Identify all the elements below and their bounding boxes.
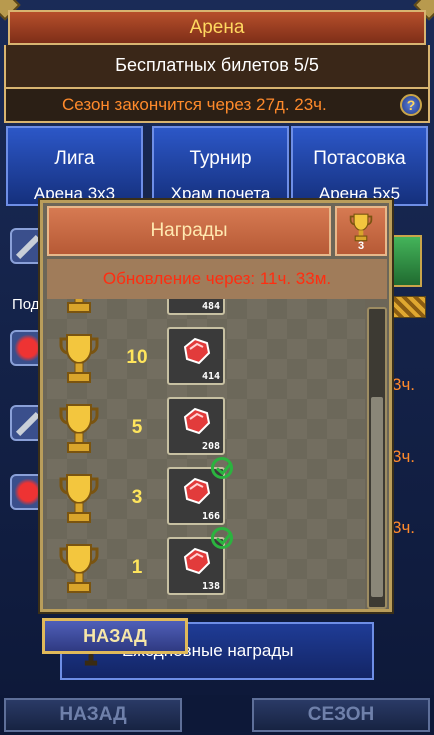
scroll-thumb[interactable] [371,397,383,597]
season-timer: Сезон закончится через 27д. 23ч. ? [4,87,430,123]
scrollbar[interactable] [367,307,387,609]
free-tickets-text: Бесплатных билетов 5/5 [4,45,430,87]
help-icon[interactable]: ? [400,94,422,116]
trophy-icon [59,474,99,523]
gem-count: 414 [201,371,220,382]
ruby-icon [183,337,211,365]
reward-gem-box[interactable]: 414 [167,327,225,385]
ruby-icon [183,407,211,435]
gem-count: 484 [201,301,220,312]
time-left: 3ч. [392,375,416,394]
reward-row: 1 138 [47,527,365,603]
tab-league[interactable]: Лига Арена 3х3 [6,126,143,206]
tab-label: Турнир [189,148,252,169]
rank-value: 3 [131,487,143,508]
reward-row: 5 208 [47,393,365,463]
claimed-check-icon [211,527,233,549]
green-sword-button[interactable] [392,235,422,287]
tab-label: Лига [54,148,95,169]
reward-gem-box[interactable]: 484 [167,299,225,315]
side-label: Под [12,296,40,313]
gem-count: 166 [201,511,220,522]
trophy-icon [59,334,99,383]
trophy-count: 3 [357,240,365,252]
update-timer: Обновление через: 11ч. 33м. [47,259,387,299]
arena-title: Арена [8,10,426,45]
rank-value: 1 [131,557,143,578]
gold-chip-icon [392,296,426,318]
modal-back-button[interactable]: НАЗАД [42,618,188,654]
trophy-icon [59,404,99,453]
trophy-icon [67,299,91,313]
trophy-count-box: 3 [335,206,387,256]
claimed-check-icon [211,457,233,479]
rewards-modal: Награды 3 Обновление через: 11ч. 33м. 48… [40,200,392,612]
modal-title: Награды [47,206,331,256]
rank-value: 5 [131,417,143,438]
time-left: 3ч. [392,447,416,466]
trophy-icon [59,544,99,593]
reward-row: 10 414 [47,323,365,393]
season-timer-text: Сезон закончится через 27д. 23ч. [62,95,327,114]
season-button[interactable]: СЕЗОН [252,698,430,732]
ruby-icon [183,477,211,505]
gem-count: 208 [201,441,220,452]
reward-row: 3 166 [47,457,365,533]
ruby-icon [183,547,211,575]
tab-label: Потасовка [313,148,406,169]
trophy-icon [349,213,373,242]
rewards-list[interactable]: 484 10 414 5 208 3 166 1 138 [47,299,365,609]
tab-tournament[interactable]: Турнир Храм почета [152,126,289,206]
gem-count: 138 [201,581,220,592]
time-left: 3ч. [392,518,416,537]
reward-gem-box[interactable]: 208 [167,397,225,455]
tab-brawl[interactable]: Потасовка Арена 5х5 [291,126,428,206]
bottom-back-button[interactable]: НАЗАД [4,698,182,732]
rank-value: 10 [126,347,148,368]
reward-row: 484 [47,299,365,323]
